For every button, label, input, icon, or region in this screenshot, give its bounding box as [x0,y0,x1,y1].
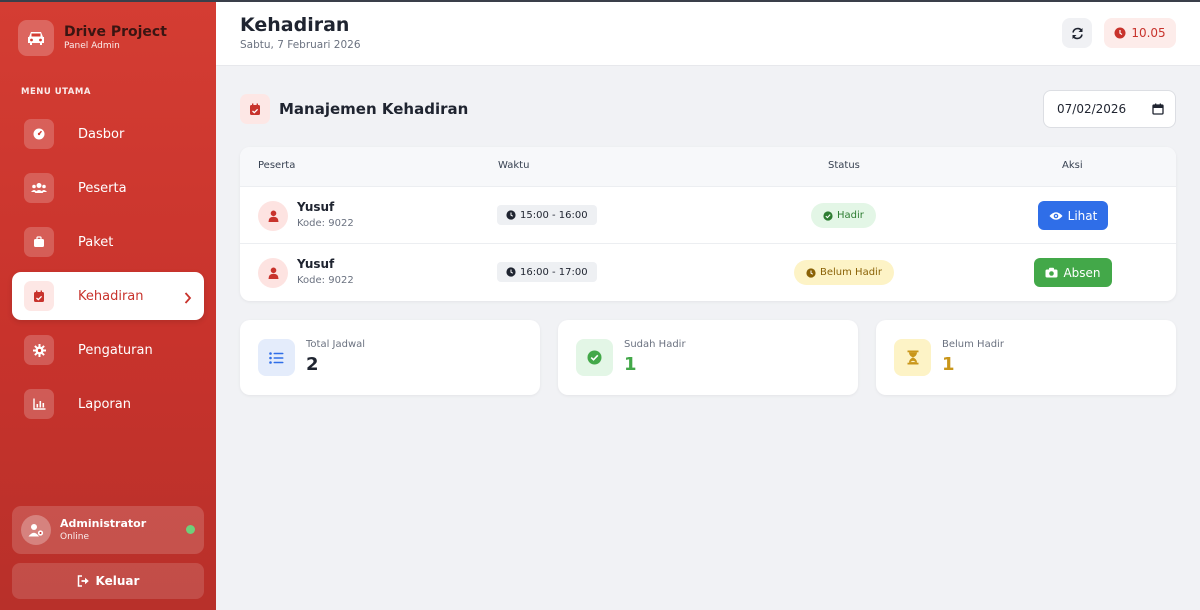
section-header: Manajemen Kehadiran [240,94,468,124]
participant-code: Kode: 9022 [297,218,354,229]
brand-title: Drive Project [64,24,167,40]
user-icon [258,258,288,288]
logout-icon [77,575,89,587]
sidebar-item-dasbor[interactable]: Dasbor [12,110,204,158]
sidebar-item-kehadiran[interactable]: Kehadiran [12,272,204,320]
table-row: Yusuf Kode: 9022 16:00 - 17:00 Belum Had… [240,243,1176,300]
eye-icon [1049,211,1063,220]
date-filter-input[interactable]: 07/02/2026 [1043,90,1176,128]
column-header-waktu: Waktu [498,160,530,171]
stat-value: 1 [624,354,637,375]
list-icon [258,339,295,376]
camera-icon [1045,267,1058,278]
stat-value: 2 [306,354,319,375]
column-header-aksi: Aksi [1062,160,1083,171]
user-icon [258,201,288,231]
sidebar-item-label: Paket [78,234,114,250]
sidebar-item-label: Laporan [78,396,131,412]
stat-value: 1 [942,354,955,375]
clock-badge: 10.05 [1104,18,1176,48]
sidebar-item-pengaturan[interactable]: Pengaturan [12,326,204,374]
user-status: Online [60,532,90,542]
sidebar-item-label: Dasbor [78,126,125,142]
check-circle-icon [576,339,613,376]
sidebar-item-peserta[interactable]: Peserta [12,164,204,212]
absen-button[interactable]: Absen [1034,258,1112,287]
column-header-status: Status [828,160,860,171]
sidebar-menu: Dasbor Peserta Paket Kehadiran Pengatura… [12,110,204,434]
clock-icon [506,267,516,277]
chevron-right-icon [184,289,192,308]
window-top-border [0,0,1200,2]
sidebar-item-label: Peserta [78,180,127,196]
refresh-button[interactable] [1062,18,1092,48]
calendar-check-icon [240,94,270,124]
column-header-peserta: Peserta [258,160,296,171]
date-filter-value: 07/02/2026 [1057,102,1127,116]
refresh-icon [1071,27,1083,39]
table-header: Peserta Waktu Status Aksi [240,147,1176,186]
participant-code: Kode: 9022 [297,275,354,286]
page-date: Sabtu, 7 Februari 2026 [240,39,361,51]
car-icon [18,20,54,56]
sidebar-item-laporan[interactable]: Laporan [12,380,204,428]
top-header: Kehadiran Sabtu, 7 Februari 2026 10.05 [216,2,1200,66]
absen-button-label: Absen [1063,265,1101,280]
attendance-table: Peserta Waktu Status Aksi Yusuf Kode: 90… [240,147,1176,301]
participant-name: Yusuf [297,200,335,214]
status-badge: Belum Hadir [794,260,894,285]
status-label: Hadir [837,210,864,221]
brand[interactable]: Drive Project Panel Admin [18,20,167,56]
logout-label: Keluar [95,574,140,588]
menu-section-label: MENU UTAMA [21,87,91,97]
user-name: Administrator [60,517,147,530]
chart-icon [24,389,54,419]
calendar-icon[interactable] [1152,103,1164,118]
section-title: Manajemen Kehadiran [279,100,469,118]
users-icon [24,173,54,203]
table-row: Yusuf Kode: 9022 15:00 - 16:00 Hadir Lih… [240,186,1176,243]
sidebar-item-paket[interactable]: Paket [12,218,204,266]
clock-time: 10.05 [1131,26,1166,40]
check-circle-icon [823,210,833,221]
hourglass-icon [894,339,931,376]
sidebar: Drive Project Panel Admin MENU UTAMA Das… [0,0,216,610]
clock-icon [1114,27,1126,39]
stat-label: Belum Hadir [942,339,1004,350]
logout-button[interactable]: Keluar [12,563,204,599]
calendar-check-icon [24,281,54,311]
stat-card-sudah-hadir: Sudah Hadir 1 [558,320,858,395]
time-range: 16:00 - 17:00 [520,266,588,278]
user-card[interactable]: Administrator Online [12,506,204,554]
online-indicator [186,525,195,534]
clock-icon [506,210,516,220]
sidebar-item-label: Pengaturan [78,342,153,358]
gear-icon [24,335,54,365]
stat-label: Sudah Hadir [624,339,686,350]
status-label: Belum Hadir [820,267,882,278]
time-chip: 16:00 - 17:00 [497,262,597,282]
gauge-icon [24,119,54,149]
brand-subtitle: Panel Admin [64,41,120,51]
clock-icon [806,267,816,278]
view-button[interactable]: Lihat [1038,201,1108,230]
stat-label: Total Jadwal [306,339,366,350]
participant-name: Yusuf [297,257,335,271]
sidebar-item-label: Kehadiran [78,288,144,304]
view-button-label: Lihat [1067,208,1098,223]
time-chip: 15:00 - 16:00 [497,205,597,225]
time-range: 15:00 - 16:00 [520,209,588,221]
status-badge: Hadir [811,203,876,228]
briefcase-icon [24,227,54,257]
stat-card-total-jadwal: Total Jadwal 2 [240,320,540,395]
user-gear-icon [21,515,51,545]
page-title: Kehadiran [240,14,350,36]
stat-card-belum-hadir: Belum Hadir 1 [876,320,1176,395]
